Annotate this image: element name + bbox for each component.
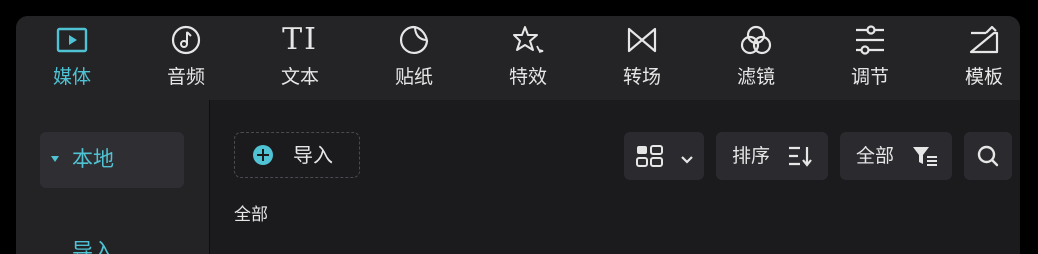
chevron-down-icon bbox=[680, 150, 694, 164]
tab-adjust-label: 调节 bbox=[850, 66, 889, 88]
tab-transition-label: 转场 bbox=[622, 66, 661, 88]
effects-star-icon bbox=[512, 24, 544, 56]
sticker-icon bbox=[398, 24, 430, 56]
import-button[interactable]: 导入 bbox=[234, 132, 360, 178]
sort-button[interactable]: 排序 bbox=[716, 132, 828, 180]
sidebar-item-local-label: 本地 bbox=[72, 147, 114, 171]
sidebar-item-local[interactable]: 本地 bbox=[40, 132, 184, 188]
grid-view-icon bbox=[636, 144, 664, 168]
section-all-label: 全部 bbox=[234, 205, 268, 225]
tab-filter-label: 滤镜 bbox=[736, 66, 775, 88]
filter-button-label: 全部 bbox=[856, 145, 895, 167]
audio-note-icon bbox=[170, 24, 202, 56]
tab-adjust[interactable]: 调节 bbox=[825, 16, 915, 100]
tab-audio-label: 音频 bbox=[166, 66, 205, 88]
tab-sticker[interactable]: 贴纸 bbox=[369, 16, 459, 100]
filter-funnel-icon bbox=[912, 145, 938, 167]
tab-media-label: 媒体 bbox=[52, 66, 91, 88]
media-play-icon bbox=[56, 24, 88, 56]
tab-media[interactable]: 媒体 bbox=[27, 16, 117, 100]
tab-template[interactable]: 模板 bbox=[939, 16, 1020, 100]
template-icon bbox=[968, 24, 1000, 56]
sort-icon bbox=[788, 145, 814, 167]
sort-button-label: 排序 bbox=[732, 145, 771, 167]
search-button[interactable] bbox=[964, 132, 1012, 180]
search-icon bbox=[976, 144, 1000, 168]
tab-effects-label: 特效 bbox=[508, 66, 547, 88]
media-content: 导入 排序 全部 全部 bbox=[210, 100, 1020, 254]
tab-text-label: 文本 bbox=[280, 66, 319, 88]
filter-button[interactable]: 全部 bbox=[840, 132, 952, 180]
media-panel: 媒体 音频 TI 文本 贴纸 特效 转场 滤镜 调节 模板 本地 导入 导入 排… bbox=[16, 16, 1020, 254]
text-ti-icon: TI bbox=[275, 24, 325, 56]
sidebar: 本地 导入 bbox=[16, 100, 210, 254]
view-mode-dropdown[interactable] bbox=[624, 132, 704, 180]
tab-audio[interactable]: 音频 bbox=[141, 16, 231, 100]
transition-bowtie-icon bbox=[626, 24, 658, 56]
tab-filter[interactable]: 滤镜 bbox=[711, 16, 801, 100]
plus-circle-icon bbox=[253, 145, 273, 165]
tab-effects[interactable]: 特效 bbox=[483, 16, 573, 100]
import-button-label: 导入 bbox=[293, 143, 333, 167]
filter-circles-icon bbox=[740, 24, 772, 56]
sidebar-item-import[interactable]: 导入 bbox=[72, 237, 114, 254]
adjust-sliders-icon bbox=[854, 24, 886, 56]
text-ti-glyph: TI bbox=[282, 22, 318, 57]
tab-transition[interactable]: 转场 bbox=[597, 16, 687, 100]
tab-sticker-label: 贴纸 bbox=[394, 66, 433, 88]
tab-template-label: 模板 bbox=[964, 66, 1003, 88]
top-toolbar: 媒体 音频 TI 文本 贴纸 特效 转场 滤镜 调节 模板 bbox=[16, 16, 1020, 100]
caret-down-icon bbox=[51, 156, 59, 162]
tab-text[interactable]: TI 文本 bbox=[255, 16, 345, 100]
